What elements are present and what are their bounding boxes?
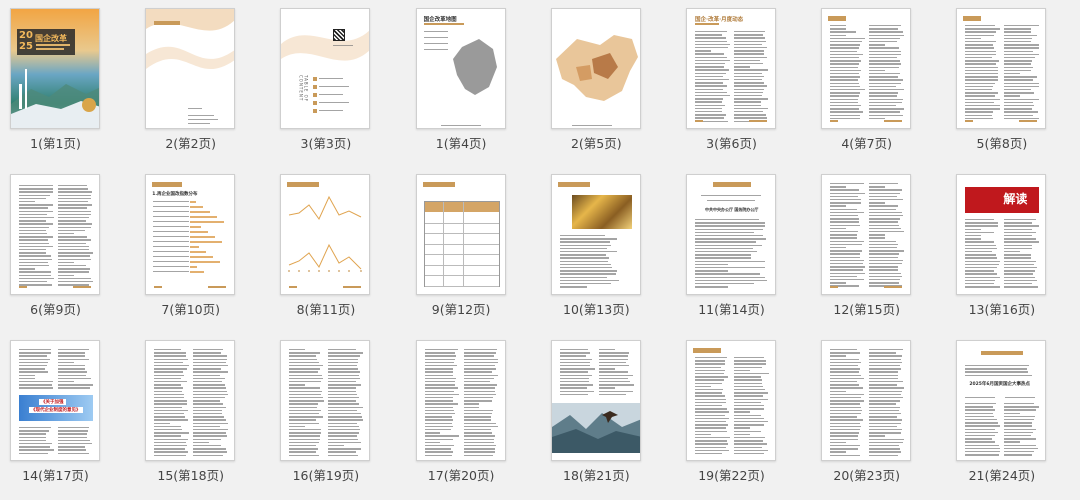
- document-title: 2025年6月国资国企大事热点: [969, 382, 1031, 387]
- page-preview[interactable]: 中共中央办公厅 国务院办公厅: [686, 174, 776, 295]
- page-thumbnail[interactable]: 国企·改革·月度动态 3(第6页): [676, 0, 811, 166]
- map-china-grey: [452, 39, 497, 95]
- table: [423, 201, 500, 287]
- page-thumbnail[interactable]: 2(第2页): [135, 0, 270, 166]
- page-label: 10(第13页): [563, 302, 630, 317]
- page-preview[interactable]: [145, 8, 236, 129]
- page-preview[interactable]: 《关于加强 《现代企业制度的意见》: [10, 340, 100, 461]
- page-label: 2(第5页): [570, 136, 622, 151]
- page-label: 14(第17页): [22, 468, 89, 483]
- banner-text-jiedu: 解读: [1003, 192, 1028, 206]
- page-label: 11(第14页): [698, 302, 765, 317]
- page-thumbnail[interactable]: 12(第15页): [811, 166, 946, 332]
- page-preview[interactable]: 解读: [956, 174, 1047, 295]
- page-label: 4(第7页): [841, 136, 893, 151]
- page-label: 7(第10页): [161, 302, 220, 317]
- line-charts: [288, 195, 363, 272]
- page-preview[interactable]: [550, 8, 641, 129]
- page-preview[interactable]: 20 25 国企改革: [10, 8, 100, 129]
- page-preview[interactable]: [821, 8, 912, 129]
- page-label: 3(第3页): [300, 136, 352, 151]
- gold-photo: [571, 195, 632, 229]
- page-preview[interactable]: 国企·改革·月度动态: [686, 8, 776, 129]
- page-preview[interactable]: [145, 340, 236, 461]
- page-preview[interactable]: 1.再企业国改指数分布: [145, 174, 236, 295]
- page-label: 1(第1页): [30, 136, 81, 151]
- chart-heading: 1.再企业国改指数分布: [152, 192, 198, 197]
- page-label: 8(第11页): [296, 302, 356, 317]
- page-preview[interactable]: [10, 174, 100, 295]
- page-preview[interactable]: 2025年6月国资国企大事热点: [956, 340, 1047, 461]
- document-title: 中共中央办公厅 国务院办公厅: [705, 207, 759, 212]
- page-thumbnail[interactable]: 17(第20页): [406, 332, 541, 498]
- page-label: 15(第18页): [157, 468, 224, 483]
- page-label: 12(第15页): [833, 302, 900, 317]
- red-banner: [965, 187, 1040, 213]
- page-thumbnail[interactable]: 20 25 国企改革 1(第1页): [0, 0, 135, 166]
- page-preview[interactable]: [280, 174, 371, 295]
- page-preview[interactable]: [550, 340, 641, 461]
- page-label: 20(第23页): [833, 468, 900, 483]
- page-label: 16(第19页): [292, 468, 360, 483]
- page-label: 5(第8页): [976, 136, 1028, 151]
- page-preview[interactable]: [686, 340, 776, 461]
- page-thumbnail[interactable]: 10(第13页): [541, 166, 676, 332]
- page-label: 3(第6页): [706, 136, 757, 151]
- map-china-colored: [555, 35, 638, 101]
- page-thumbnail[interactable]: 9(第12页): [406, 166, 541, 332]
- page-label: 2(第2页): [165, 136, 217, 151]
- page-thumbnail[interactable]: 2(第5页): [541, 0, 676, 166]
- page-thumbnail[interactable]: 《关于加强 《现代企业制度的意见》 14(第17页): [0, 332, 135, 498]
- banner-line2: 《现代企业制度的意见》: [29, 407, 83, 413]
- page-thumbnail[interactable]: 5(第8页): [946, 0, 1080, 166]
- page-thumbnail[interactable]: 国企改革地图 1(第4页): [406, 0, 541, 166]
- page-thumbnail[interactable]: 4(第7页): [811, 0, 946, 166]
- page-label: 13(第16页): [968, 302, 1036, 317]
- decorative-waves: [146, 9, 235, 69]
- mountain-eagle-photo: [551, 403, 640, 453]
- page-thumbnail[interactable]: 19(第22页): [676, 332, 811, 498]
- page-preview[interactable]: [415, 340, 506, 461]
- page-preview[interactable]: [821, 174, 912, 295]
- page-thumbnail[interactable]: TABLE OF CONTENT 3(第3页): [270, 0, 405, 166]
- cover-landscape: [11, 69, 99, 128]
- page-thumbnail[interactable]: 6(第9页): [0, 166, 135, 332]
- toc-vertical-label: TABLE OF CONTENT: [298, 75, 309, 103]
- page-thumbnail-grid: 20 25 国企改革 1(第1页) 2(第2页) TABLE OF CONTEN…: [0, 0, 1080, 500]
- page-preview[interactable]: [415, 174, 506, 295]
- page-thumbnail[interactable]: 18(第21页): [541, 332, 676, 498]
- page-label: 9(第12页): [431, 302, 491, 317]
- page-thumbnail[interactable]: 20(第23页): [811, 332, 946, 498]
- page-heading: 国企·改革·月度动态: [695, 17, 744, 23]
- page-label: 1(第4页): [435, 136, 487, 151]
- page-thumbnail[interactable]: 15(第18页): [135, 332, 270, 498]
- page-thumbnail[interactable]: 解读 13(第16页): [946, 166, 1080, 332]
- page-thumbnail[interactable]: 1.再企业国改指数分布 7(第10页): [135, 166, 270, 332]
- page-preview[interactable]: TABLE OF CONTENT: [280, 8, 371, 129]
- page-label: 17(第20页): [427, 468, 495, 483]
- qr-code-icon: [333, 29, 346, 41]
- banner-line1: 《关于加强: [39, 399, 66, 405]
- page-preview[interactable]: 国企改革地图: [415, 8, 506, 129]
- page-label: 18(第21页): [563, 468, 630, 483]
- page-thumbnail[interactable]: 8(第11页): [270, 166, 405, 332]
- page-preview[interactable]: [550, 174, 641, 295]
- page-preview[interactable]: [280, 340, 371, 461]
- page-thumbnail[interactable]: 中共中央办公厅 国务院办公厅 11(第14页): [676, 166, 811, 332]
- page-preview[interactable]: [956, 8, 1047, 129]
- page-preview[interactable]: [821, 340, 912, 461]
- page-thumbnail[interactable]: 16(第19页): [270, 332, 405, 498]
- page-label: 19(第22页): [698, 468, 765, 483]
- page-label: 21(第24页): [968, 468, 1036, 483]
- page-thumbnail[interactable]: 2025年6月国资国企大事热点 21(第24页): [946, 332, 1080, 498]
- page-label: 6(第9页): [30, 302, 81, 317]
